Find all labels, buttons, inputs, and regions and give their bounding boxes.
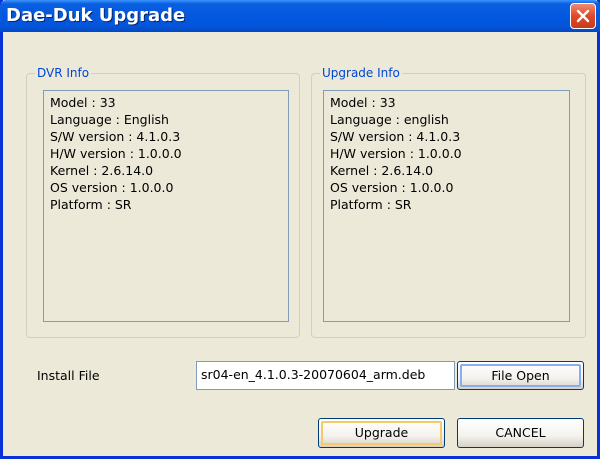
upgrade-info-line: Model : 33 [330, 95, 396, 110]
upgrade-info-line: OS version : 1.0.0.0 [330, 180, 454, 195]
title-bar[interactable]: Dae-Duk Upgrade [0, 0, 600, 32]
upgrade-info-title: Upgrade Info [320, 66, 402, 80]
upgrade-info-line: S/W version : 4.1.0.3 [330, 129, 461, 144]
install-file-label: Install File [37, 368, 100, 383]
upgrade-info-box: Model : 33 Language : english S/W versio… [323, 90, 570, 322]
upgrade-label: Upgrade [354, 425, 409, 440]
upgrade-info-line: H/W version : 1.0.0.0 [330, 146, 462, 161]
cancel-button[interactable]: CANCEL [457, 418, 584, 448]
dvr-info-line: S/W version : 4.1.0.3 [50, 129, 181, 144]
dvr-info-group: DVR Info Model : 33 Language : English S… [26, 66, 300, 338]
close-button[interactable] [570, 3, 596, 29]
upgrade-info-line: Platform : SR [330, 197, 412, 212]
dvr-info-box: Model : 33 Language : English S/W versio… [43, 90, 289, 322]
dvr-info-line: Language : English [50, 112, 169, 127]
dvr-info-title: DVR Info [35, 66, 92, 80]
dvr-info-line: OS version : 1.0.0.0 [50, 180, 174, 195]
dvr-info-line: H/W version : 1.0.0.0 [50, 146, 182, 161]
upgrade-info-line: Language : english [330, 112, 449, 127]
file-open-label: File Open [491, 368, 550, 383]
upgrade-dialog: Dae-Duk Upgrade DVR Info Model : 33 Lang… [0, 0, 600, 459]
upgrade-info-line: Kernel : 2.6.14.0 [330, 163, 434, 178]
dvr-info-line: Platform : SR [50, 197, 132, 212]
upgrade-button[interactable]: Upgrade [318, 418, 445, 448]
window-title: Dae-Duk Upgrade [6, 5, 186, 26]
cancel-label: CANCEL [495, 425, 546, 440]
dvr-info-line: Model : 33 [50, 95, 116, 110]
file-open-button[interactable]: File Open [457, 361, 584, 390]
upgrade-info-group: Upgrade Info Model : 33 Language : engli… [311, 66, 586, 338]
install-file-field[interactable]: sr04-en_4.1.0.3-20070604_arm.deb [196, 361, 455, 390]
dvr-info-line: Kernel : 2.6.14.0 [50, 163, 154, 178]
close-icon [576, 9, 590, 23]
